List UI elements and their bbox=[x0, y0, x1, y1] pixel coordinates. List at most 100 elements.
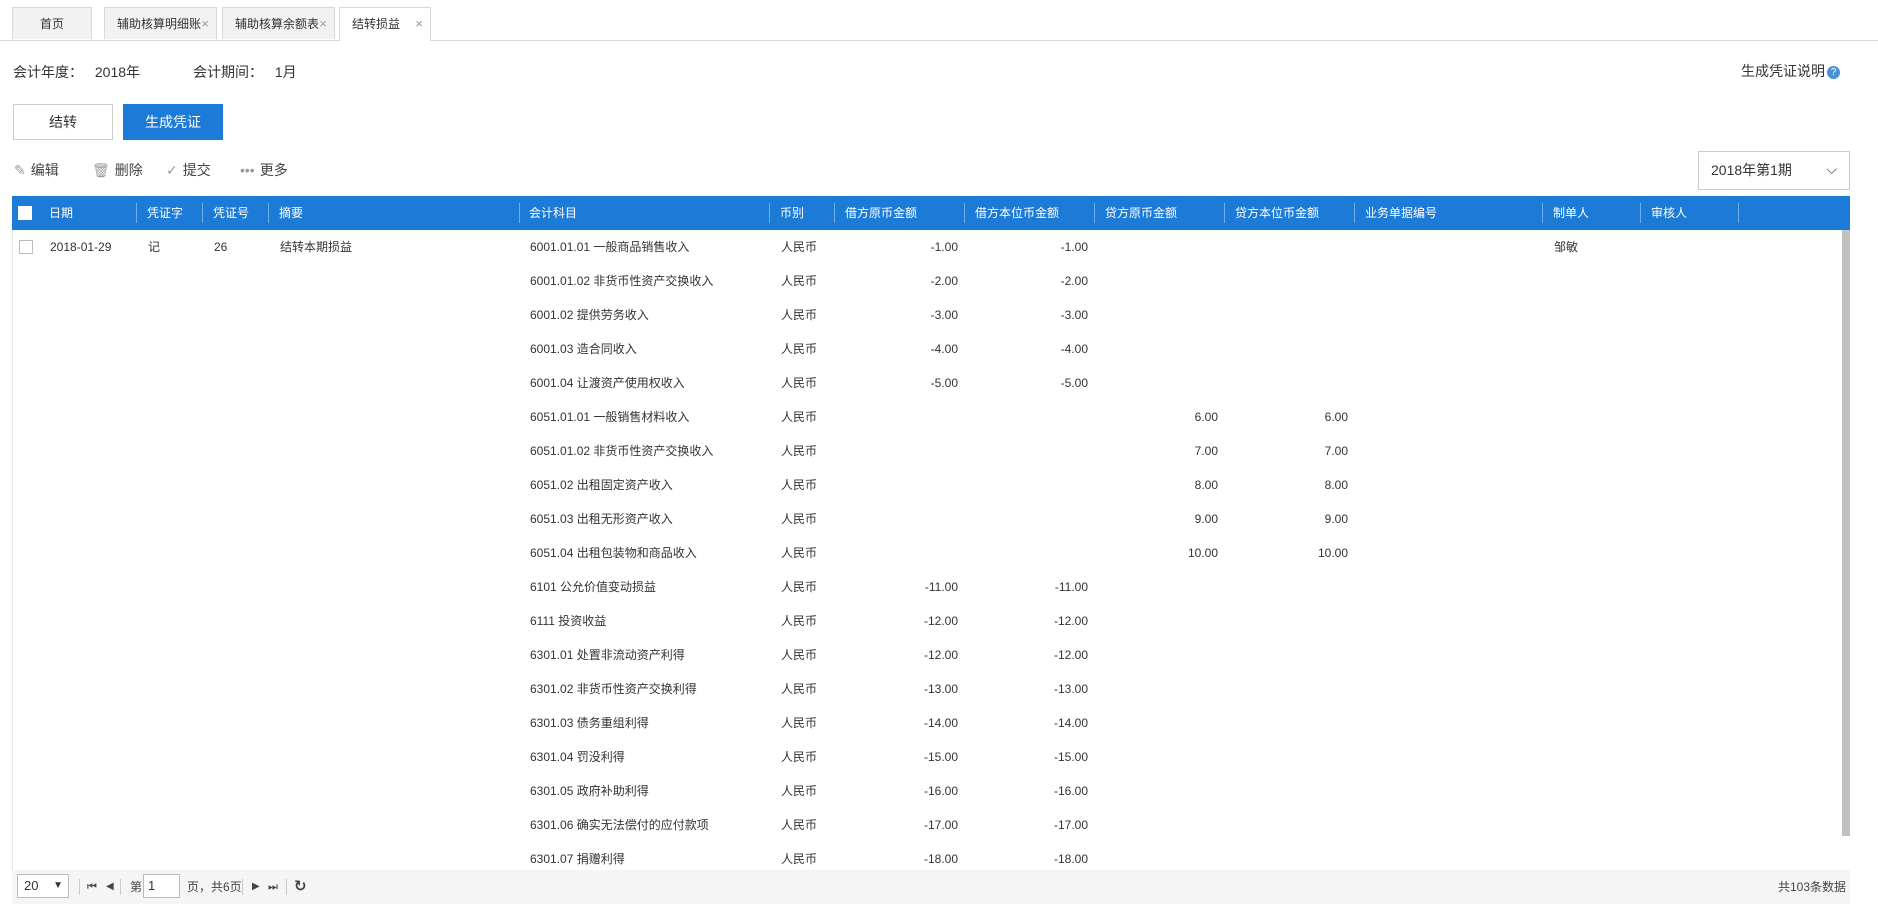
select-all-checkbox[interactable] bbox=[18, 206, 32, 220]
col-credit-base[interactable]: 贷方本位币金额 bbox=[1235, 196, 1319, 230]
trash-icon: 🗑 bbox=[92, 162, 110, 178]
submit-label: 提交 bbox=[182, 162, 211, 178]
debit-base-cell: -11.00 bbox=[1054, 580, 1088, 594]
table-row[interactable]: 6001.02 提供劳务收入 人民币 -3.00 -3.00 bbox=[13, 298, 1843, 332]
account-cell: 6051.02 出租固定资产收入 bbox=[530, 478, 673, 492]
debit-orig-cell: -11.00 bbox=[924, 580, 958, 594]
debit-base-cell: -15.00 bbox=[1053, 750, 1088, 764]
tab-label: 结转损益 bbox=[352, 17, 401, 31]
tab-aux-detail-ledger[interactable]: 辅助核算明细账 × bbox=[104, 7, 217, 39]
fiscal-year-value: 2018年 bbox=[94, 64, 141, 80]
generate-voucher-button[interactable]: 生成凭证 bbox=[123, 104, 223, 140]
currency-cell: 人民币 bbox=[781, 818, 818, 832]
first-page-icon[interactable]: ⏮ bbox=[87, 870, 97, 904]
debit-base-cell: -13.00 bbox=[1053, 682, 1088, 696]
table-row[interactable]: 6051.03 出租无形资产收入 人民币 9.00 9.00 bbox=[13, 502, 1843, 536]
submit-button[interactable]: ✓ 提交 bbox=[166, 160, 211, 180]
col-debit-orig[interactable]: 借方原币金额 bbox=[845, 196, 917, 230]
page-prefix: 第 bbox=[130, 880, 143, 894]
close-icon[interactable]: × bbox=[319, 8, 327, 40]
table-row[interactable]: 6001.04 让渡资产使用权收入 人民币 -5.00 -5.00 bbox=[13, 366, 1843, 400]
more-button[interactable]: ••• 更多 bbox=[240, 160, 288, 180]
debit-base-cell: -2.00 bbox=[1060, 274, 1088, 288]
col-business-doc-no[interactable]: 业务单据编号 bbox=[1365, 196, 1437, 230]
table-row[interactable]: 6051.01.02 非货币性资产交换收入 人民币 7.00 7.00 bbox=[13, 434, 1843, 468]
account-cell: 6001.03 造合同收入 bbox=[530, 342, 637, 356]
table-row[interactable]: 6101 公允价值变动损益 人民币 -11.00 -11.00 bbox=[13, 570, 1843, 604]
caret-down-icon: ▼ bbox=[53, 880, 63, 891]
page-number-input[interactable]: 1 bbox=[143, 874, 180, 898]
column-divider bbox=[964, 203, 965, 223]
col-voucher-type[interactable]: 凭证字 bbox=[147, 196, 183, 230]
divider bbox=[79, 879, 80, 895]
account-cell: 6051.01.02 非货币性资产交换收入 bbox=[530, 444, 714, 458]
tab-aux-balance-sheet[interactable]: 辅助核算余额表 × bbox=[222, 7, 335, 39]
table-row[interactable]: 6111 投资收益 人民币 -12.00 -12.00 bbox=[13, 604, 1843, 638]
close-icon[interactable]: × bbox=[201, 8, 209, 40]
col-currency[interactable]: 币别 bbox=[780, 196, 804, 230]
next-page-icon[interactable]: ▶ bbox=[252, 870, 260, 904]
fiscal-year: 会计年度： 2018年 bbox=[13, 62, 140, 82]
vertical-scrollbar[interactable] bbox=[1842, 230, 1850, 836]
table-row[interactable]: 6301.07 捐赠利得 人民币 -18.00 -18.00 bbox=[13, 842, 1843, 870]
carry-forward-button[interactable]: 结转 bbox=[13, 104, 113, 140]
tab-label: 辅助核算余额表 bbox=[235, 17, 320, 31]
table-row[interactable]: 6301.02 非货币性资产交换利得 人民币 -13.00 -13.00 bbox=[13, 672, 1843, 706]
col-maker[interactable]: 制单人 bbox=[1553, 196, 1589, 230]
debit-orig-cell: -18.00 bbox=[923, 852, 958, 866]
delete-button[interactable]: 🗑 删除 bbox=[92, 160, 143, 180]
debit-base-cell: -18.00 bbox=[1053, 852, 1088, 866]
col-reviewer[interactable]: 审核人 bbox=[1651, 196, 1687, 230]
period-select[interactable]: 2018年第1期 ⌵ bbox=[1698, 151, 1850, 190]
table-row[interactable]: 6301.06 确实无法偿付的应付款项 人民币 -17.00 -17.00 bbox=[13, 808, 1843, 842]
table-row[interactable]: 6001.01.02 非货币性资产交换收入 人民币 -2.00 -2.00 bbox=[13, 264, 1843, 298]
prev-page-icon[interactable]: ◀ bbox=[106, 870, 114, 904]
table-row[interactable]: 6001.01.01 一般商品销售收入 人民币 -1.00 -1.00 bbox=[13, 230, 1843, 264]
question-icon[interactable]: ? bbox=[1827, 66, 1840, 79]
page-size-select[interactable]: 20 ▼ bbox=[17, 874, 69, 898]
col-account[interactable]: 会计科目 bbox=[529, 196, 577, 230]
currency-cell: 人民币 bbox=[781, 478, 818, 492]
account-cell: 6301.06 确实无法偿付的应付款项 bbox=[530, 818, 709, 832]
col-voucher-number[interactable]: 凭证号 bbox=[213, 196, 249, 230]
tab-home[interactable]: 首页 bbox=[12, 7, 92, 39]
table-row[interactable]: 6301.01 处置非流动资产利得 人民币 -12.00 -12.00 bbox=[13, 638, 1843, 672]
debit-orig-cell: -1.00 bbox=[930, 240, 958, 254]
credit-orig-cell: 6.00 bbox=[1194, 410, 1218, 424]
close-icon[interactable]: × bbox=[415, 8, 423, 40]
page-size-value: 20 bbox=[24, 878, 39, 893]
account-cell: 6301.05 政府补助利得 bbox=[530, 784, 649, 798]
tab-carry-forward-profit-loss[interactable]: 结转损益 × bbox=[339, 7, 431, 41]
col-summary[interactable]: 摘要 bbox=[279, 196, 303, 230]
column-divider bbox=[834, 203, 835, 223]
col-credit-orig[interactable]: 贷方原币金额 bbox=[1105, 196, 1177, 230]
table-row[interactable]: 6051.04 出租包装物和商品收入 人民币 10.00 10.00 bbox=[13, 536, 1843, 570]
currency-cell: 人民币 bbox=[781, 308, 818, 322]
divider bbox=[242, 879, 243, 895]
table-row[interactable]: 6001.03 造合同收入 人民币 -4.00 -4.00 bbox=[13, 332, 1843, 366]
col-debit-base[interactable]: 借方本位币金额 bbox=[975, 196, 1059, 230]
pencil-icon: ✎ bbox=[14, 162, 26, 178]
debit-base-cell: -16.00 bbox=[1053, 784, 1088, 798]
account-cell: 6101 公允价值变动损益 bbox=[530, 580, 657, 594]
debit-base-cell: -1.00 bbox=[1060, 240, 1088, 254]
currency-cell: 人民币 bbox=[781, 784, 818, 798]
fiscal-period-label: 会计期间： bbox=[193, 64, 263, 80]
column-divider bbox=[1094, 203, 1095, 223]
account-cell: 6051.04 出租包装物和商品收入 bbox=[530, 546, 697, 560]
credit-base-cell: 8.00 bbox=[1324, 478, 1348, 492]
edit-button[interactable]: ✎ 编辑 bbox=[14, 160, 59, 180]
table-row[interactable]: 6051.01.01 一般销售材料收入 人民币 6.00 6.00 bbox=[13, 400, 1843, 434]
table-row[interactable]: 6301.03 债务重组利得 人民币 -14.00 -14.00 bbox=[13, 706, 1843, 740]
voucher-help-link[interactable]: 生成凭证说明? bbox=[1741, 61, 1840, 81]
col-date[interactable]: 日期 bbox=[49, 196, 73, 230]
refresh-icon[interactable]: ↻ bbox=[294, 870, 307, 904]
table-row[interactable]: 6301.05 政府补助利得 人民币 -16.00 -16.00 bbox=[13, 774, 1843, 808]
last-page-icon[interactable]: ⏭ bbox=[268, 870, 278, 904]
debit-orig-cell: -12.00 bbox=[923, 648, 958, 662]
table-row[interactable]: 6051.02 出租固定资产收入 人民币 8.00 8.00 bbox=[13, 468, 1843, 502]
debit-base-cell: -12.00 bbox=[1053, 648, 1088, 662]
debit-base-cell: -12.00 bbox=[1053, 614, 1088, 628]
column-divider bbox=[268, 203, 269, 223]
table-row[interactable]: 6301.04 罚没利得 人民币 -15.00 -15.00 bbox=[13, 740, 1843, 774]
